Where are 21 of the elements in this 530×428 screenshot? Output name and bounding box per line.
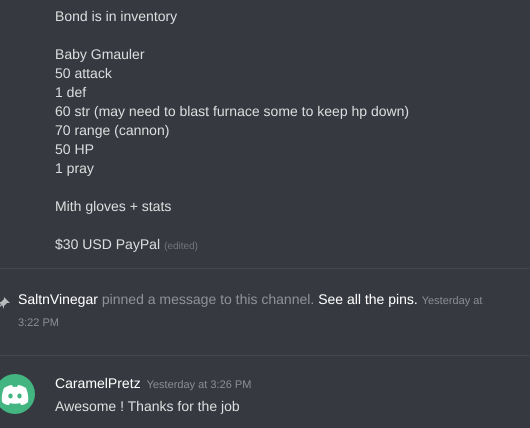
timestamp: Yesterday at 3:26 PM bbox=[146, 378, 252, 393]
message-line: $30 USD PayPal bbox=[55, 235, 160, 254]
message-line: 50 HP bbox=[55, 140, 94, 159]
avatar-icon bbox=[0, 374, 35, 414]
pin-icon bbox=[0, 297, 10, 309]
message-line: Bond is in inventory bbox=[55, 7, 178, 26]
message-line: 1 def bbox=[55, 83, 86, 102]
username: SaltnVinegar bbox=[18, 291, 98, 307]
username: CaramelPretz bbox=[55, 374, 141, 393]
message-line: 50 attack bbox=[55, 64, 112, 83]
message-line: 60 str (may need to blast furnace some to keep hp down) bbox=[55, 102, 410, 121]
message-line: 1 pray bbox=[55, 159, 94, 178]
edited-label: (edited) bbox=[164, 240, 198, 254]
message-line: Mith gloves + stats bbox=[55, 197, 172, 216]
message-line: Baby Gmauler bbox=[55, 45, 144, 64]
pins-link[interactable]: See all the pins. bbox=[318, 291, 418, 307]
system-message: pinned a message to this channel. bbox=[102, 291, 314, 307]
timestamp: Yesterday at bbox=[422, 295, 482, 307]
timestamp: 3:22 PM bbox=[18, 317, 59, 329]
message-line: 70 range (cannon) bbox=[55, 121, 170, 140]
message-line: Awesome ! Thanks for the job bbox=[55, 397, 240, 416]
